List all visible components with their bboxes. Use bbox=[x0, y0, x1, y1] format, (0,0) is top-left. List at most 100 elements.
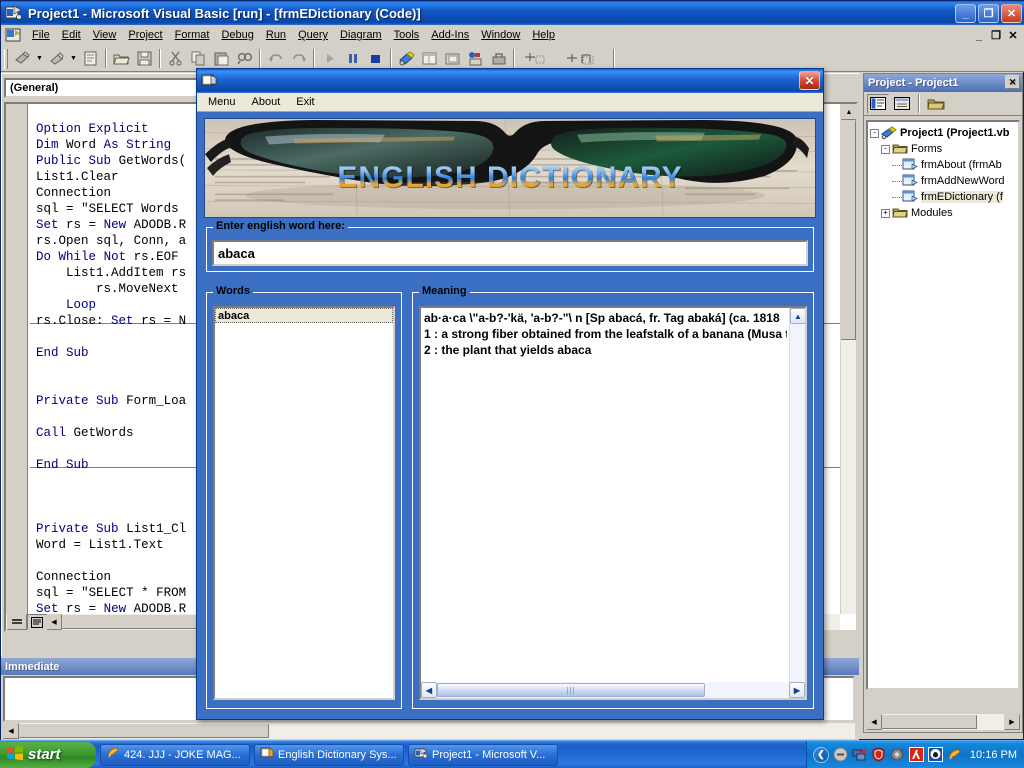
form-layout-icon[interactable] bbox=[441, 48, 464, 70]
paste-icon[interactable] bbox=[210, 48, 233, 70]
toggle-folders-icon[interactable] bbox=[925, 93, 947, 114]
vb-menu-view[interactable]: View bbox=[87, 27, 123, 43]
vb-menu-project[interactable]: Project bbox=[122, 27, 168, 43]
dictionary-menu-about[interactable]: About bbox=[245, 94, 288, 110]
vb-menu-file[interactable]: File bbox=[26, 27, 56, 43]
immediate-hscroll-thumb[interactable] bbox=[19, 724, 269, 738]
volume-icon[interactable] bbox=[833, 747, 848, 762]
find-icon[interactable] bbox=[233, 48, 256, 70]
project-explorer-close-button[interactable]: ✕ bbox=[1005, 75, 1020, 89]
immediate-horizontal-scrollbar[interactable]: ◀ bbox=[3, 723, 855, 739]
code-line: Private Sub Form_Loa bbox=[36, 393, 187, 408]
cut-icon[interactable] bbox=[164, 48, 187, 70]
break-icon[interactable] bbox=[341, 48, 364, 70]
tree-expander-icon[interactable]: + bbox=[881, 208, 890, 218]
toolbox-icon[interactable] bbox=[487, 48, 510, 70]
start-button[interactable]: start bbox=[0, 741, 96, 768]
tree-node-frmabout[interactable]: frmAbout (frmAb bbox=[870, 157, 1018, 173]
object-browser-icon[interactable] bbox=[464, 48, 487, 70]
full-module-view-icon[interactable] bbox=[27, 614, 47, 630]
form-icon bbox=[902, 190, 918, 204]
scroll-left-icon[interactable]: ◀ bbox=[46, 614, 62, 630]
antivirus-icon[interactable] bbox=[908, 747, 924, 762]
sound-icon[interactable] bbox=[890, 747, 905, 762]
meaning-textbox[interactable]: ab·a·ca \"a-b?-'kä, 'a-b?-"\ n [Sp abacá… bbox=[419, 306, 807, 700]
copy-icon[interactable] bbox=[187, 48, 210, 70]
redo-icon[interactable] bbox=[287, 48, 310, 70]
tree-node-project[interactable]: - Project1 (Project1.vb bbox=[870, 125, 1018, 141]
toolbar-grip[interactable] bbox=[4, 48, 8, 69]
taskbar-item-english-dictionary[interactable]: English Dictionary Sys... bbox=[254, 743, 404, 766]
shield-icon[interactable] bbox=[871, 747, 886, 762]
add-project-dropdown-icon[interactable]: ▼ bbox=[34, 48, 45, 70]
mdi-minimize-button[interactable]: _ bbox=[971, 28, 987, 43]
dictionary-menu-menu[interactable]: Menu bbox=[201, 94, 243, 110]
scroll-right-icon[interactable]: ▶ bbox=[1004, 714, 1020, 730]
undo-icon[interactable] bbox=[264, 48, 287, 70]
vb-menu-addins[interactable]: Add-Ins bbox=[425, 27, 475, 43]
vb-menu-help[interactable]: Help bbox=[526, 27, 561, 43]
vb-titlebar: Project1 - Microsoft Visual Basic [run] … bbox=[1, 1, 1024, 25]
project-tree[interactable]: - Project1 (Project1.vb - Forms frmAbout… bbox=[866, 120, 1020, 690]
vb-maximize-button[interactable]: ❐ bbox=[978, 4, 999, 23]
tree-node-frmaddnewword[interactable]: frmAddNewWord bbox=[870, 173, 1018, 189]
tree-expander-icon[interactable]: - bbox=[881, 144, 890, 154]
scroll-left-icon[interactable]: ◀ bbox=[421, 682, 437, 698]
stop-icon[interactable] bbox=[364, 48, 387, 70]
view-code-icon[interactable] bbox=[867, 93, 889, 114]
dictionary-titlebar[interactable]: ✕ bbox=[197, 69, 823, 93]
start-run-icon[interactable] bbox=[318, 48, 341, 70]
network-icon[interactable] bbox=[852, 747, 867, 762]
add-project-icon[interactable] bbox=[11, 48, 34, 70]
vb-menu-diagram[interactable]: Diagram bbox=[334, 27, 388, 43]
taskbar-item-browser[interactable]: 424. JJJ - JOKE MAG... bbox=[100, 743, 250, 766]
mdi-restore-button[interactable]: ❐ bbox=[988, 28, 1004, 43]
procedure-view-icon[interactable] bbox=[7, 614, 27, 630]
vb-menu-run[interactable]: Run bbox=[260, 27, 292, 43]
dictionary-close-button[interactable]: ✕ bbox=[799, 71, 820, 90]
meaning-hscroll-thumb[interactable]: ||| bbox=[437, 683, 705, 697]
vb-close-button[interactable]: ✕ bbox=[1001, 4, 1022, 23]
vb-menu-debug[interactable]: Debug bbox=[215, 27, 259, 43]
save-project-icon[interactable] bbox=[133, 48, 156, 70]
tray-chevron-icon[interactable]: ❮ bbox=[812, 746, 829, 763]
word-input[interactable]: abaca bbox=[212, 240, 808, 266]
meaning-horizontal-scrollbar[interactable]: ◀ ||| ▶ bbox=[421, 682, 805, 698]
mdi-close-button[interactable]: ✕ bbox=[1005, 28, 1021, 43]
properties-window-icon[interactable] bbox=[418, 48, 441, 70]
dictionary-body: ENGLISH DICTIONARY Enter english word he… bbox=[197, 112, 823, 719]
add-form-dropdown-icon[interactable]: ▼ bbox=[68, 48, 79, 70]
scroll-left-icon[interactable]: ◀ bbox=[866, 714, 882, 730]
vb-minimize-button[interactable]: _ bbox=[955, 4, 976, 23]
tree-expander-icon[interactable]: - bbox=[870, 128, 879, 138]
tree-node-forms[interactable]: - Forms bbox=[870, 141, 1018, 157]
pe-hscroll-thumb[interactable] bbox=[882, 715, 977, 729]
view-object-icon[interactable] bbox=[891, 93, 913, 114]
menu-editor-icon[interactable] bbox=[79, 48, 102, 70]
code-vertical-scrollbar[interactable]: ▲ bbox=[840, 104, 856, 614]
clock[interactable]: 10:16 PM bbox=[970, 749, 1017, 761]
vb-menu-query[interactable]: Query bbox=[292, 27, 334, 43]
list-item[interactable]: abaca bbox=[215, 308, 393, 323]
scroll-up-icon[interactable]: ▲ bbox=[841, 104, 856, 120]
words-listbox[interactable]: abaca bbox=[213, 306, 395, 700]
tree-node-frmedictionary[interactable]: frmEDictionary (f bbox=[870, 189, 1018, 205]
meaning-vertical-scrollbar[interactable]: ▲ bbox=[789, 308, 805, 682]
vb-menu-window[interactable]: Window bbox=[475, 27, 526, 43]
add-form-icon[interactable] bbox=[45, 48, 68, 70]
vb-menu-edit[interactable]: Edit bbox=[56, 27, 87, 43]
taskbar-item-visual-basic[interactable]: Project1 - Microsoft V... bbox=[408, 743, 558, 766]
open-project-icon[interactable] bbox=[110, 48, 133, 70]
vb-menu-format[interactable]: Format bbox=[169, 27, 216, 43]
scroll-left-icon[interactable]: ◀ bbox=[3, 723, 19, 739]
tree-node-modules[interactable]: + Modules bbox=[870, 205, 1018, 221]
code-vscroll-thumb[interactable] bbox=[841, 120, 856, 340]
dictionary-menu-exit[interactable]: Exit bbox=[289, 94, 321, 110]
vb-menu-tools[interactable]: Tools bbox=[388, 27, 426, 43]
browser-icon[interactable] bbox=[947, 747, 962, 762]
scroll-up-icon[interactable]: ▲ bbox=[790, 308, 805, 324]
messenger-icon[interactable] bbox=[927, 747, 943, 762]
scroll-right-icon[interactable]: ▶ bbox=[789, 682, 805, 698]
project-explorer-icon[interactable] bbox=[395, 48, 418, 70]
project-explorer-horizontal-scrollbar[interactable]: ◀ ▶ bbox=[866, 714, 1020, 730]
